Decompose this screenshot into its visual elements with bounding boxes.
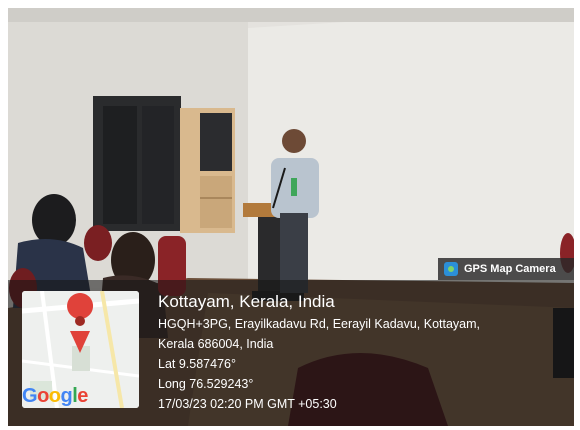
timestamp-text: 17/03/23 02:20 PM GMT +05:30: [158, 397, 337, 411]
latitude-text: Lat 9.587476°: [158, 357, 236, 371]
gps-map-camera-badge: GPS Map Camera: [438, 258, 574, 280]
photo-frame: GPS Map Camera Google Kottayam, Kerala, …: [8, 8, 574, 426]
gps-map-camera-label: GPS Map Camera: [464, 263, 556, 275]
address-line-1: HGQH+3PG, Erayilkadavu Rd, Eerayil Kadav…: [158, 317, 481, 331]
gps-map-camera-icon: [444, 262, 458, 276]
longitude-text: Long 76.529243°: [158, 377, 254, 391]
google-logo: Google: [22, 385, 88, 407]
location-info: Kottayam, Kerala, India HGQH+3PG, Erayil…: [158, 290, 568, 414]
address-line-2: Kerala 686004, India: [158, 337, 274, 351]
map-thumbnail: Google: [22, 291, 139, 408]
location-city: Kottayam, Kerala, India: [158, 292, 335, 311]
